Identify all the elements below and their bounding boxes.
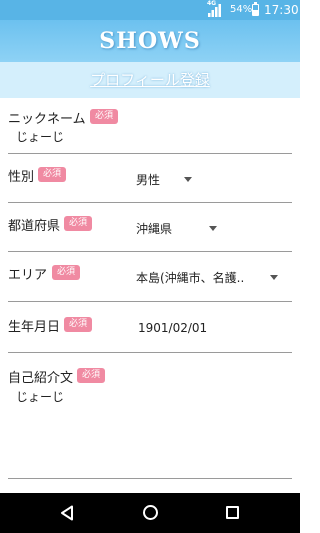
nickname-label: ニックネーム xyxy=(8,112,86,127)
bio-required-badge: 必須 xyxy=(77,368,106,383)
battery-percent: 54% xyxy=(230,4,253,15)
page-title: プロフィール登録 xyxy=(90,71,210,89)
prefecture-select[interactable]: 沖縄県 xyxy=(136,218,226,238)
prefecture-value: 沖縄県 xyxy=(136,222,173,236)
gender-value: 男性 xyxy=(136,173,161,187)
navigation-bar xyxy=(0,493,300,533)
nickname-row: ニックネーム 必須 じょーじ xyxy=(8,104,292,154)
chevron-down-icon xyxy=(270,275,278,280)
gender-required-badge: 必須 xyxy=(38,167,67,182)
recent-apps-icon[interactable] xyxy=(226,506,239,519)
status-bar: 4G 54% 17:30 xyxy=(0,0,300,20)
bio-label: 自己紹介文 xyxy=(8,371,74,386)
battery-icon xyxy=(252,2,259,16)
app-header: SHOWS xyxy=(0,20,300,62)
birthdate-label: 生年月日 xyxy=(8,320,61,335)
gender-label: 性別 xyxy=(8,170,35,185)
birthdate-input[interactable]: 1901/02/01 xyxy=(138,321,207,335)
bio-textarea[interactable]: じょーじ xyxy=(16,388,64,405)
gender-row: 性別 必須 男性 xyxy=(8,154,292,203)
page-header: プロフィール登録 xyxy=(0,62,300,98)
signal-icon xyxy=(208,4,221,17)
chevron-down-icon xyxy=(184,177,192,182)
nickname-input[interactable]: じょーじ xyxy=(16,128,64,145)
clock: 17:30 xyxy=(264,3,299,17)
area-label: エリア xyxy=(8,268,48,283)
area-select[interactable]: 本島(沖縄市、名護.. xyxy=(136,267,284,287)
area-row: エリア 必須 本島(沖縄市、名護.. xyxy=(8,252,292,302)
birthdate-required-badge: 必須 xyxy=(64,317,93,332)
prefecture-required-badge: 必須 xyxy=(64,216,93,231)
prefecture-row: 都道府県 必須 沖縄県 xyxy=(8,203,292,252)
area-value: 本島(沖縄市、名護.. xyxy=(136,271,245,285)
birthdate-row: 生年月日 必須 1901/02/01 xyxy=(8,302,292,353)
back-icon[interactable] xyxy=(60,505,74,521)
app-logo: SHOWS xyxy=(99,28,201,54)
gender-select[interactable]: 男性 xyxy=(136,169,206,189)
prefecture-label: 都道府県 xyxy=(8,219,61,234)
area-required-badge: 必須 xyxy=(52,265,81,280)
bio-row: 自己紹介文 必須 じょーじ xyxy=(8,353,292,479)
home-icon[interactable] xyxy=(143,505,158,520)
nickname-required-badge: 必須 xyxy=(90,109,119,124)
chevron-down-icon xyxy=(209,226,217,231)
